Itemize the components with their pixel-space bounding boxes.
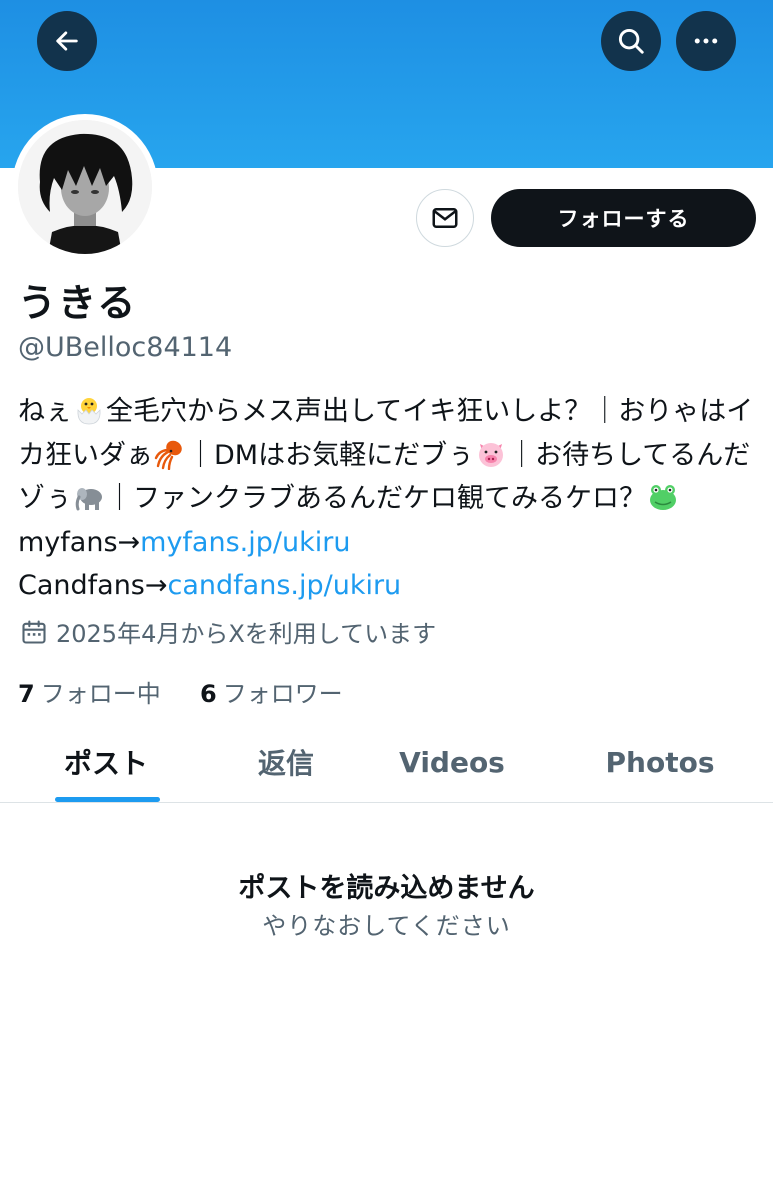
profile-name: うきる [18,281,138,325]
bio-link-candfans[interactable]: candfans.jp/ukiru [168,570,402,601]
profile-tabs: ポスト 返信 Videos Photos [0,722,773,803]
frog-icon [650,485,676,510]
more-dots-icon [694,38,718,44]
search-button[interactable] [601,11,661,71]
bio-text: myfans→ [18,526,141,558]
profile-bio: ねぇ 全毛穴からメス声出してイキ狂いしよ？｜おりゃはイカ狂いダぁ ｜DMはお気軽… [18,390,758,608]
retry-link[interactable]: やりなおしてください [0,906,773,941]
error-title: ポストを読み込めません [238,873,535,904]
bio-text: ｜DMはお気軽にだブぅ [187,439,475,471]
followers-count: 6 [199,680,217,708]
bio-text: ねぇ [18,396,72,427]
following-label: フォロー中 [40,680,161,708]
follow-stats: 7 フォロー中 6 フォロワー [18,674,343,709]
joined-text: 2025年4月からXを利用しています [56,620,437,648]
envelope-icon [432,208,458,228]
followers-label: フォロワー [222,680,343,708]
hatching-chick-icon [77,398,101,425]
avatar-image [18,120,152,254]
bio-text: ｜ファンクラブあるんだケロ観てみるケロ？ [106,483,646,514]
back-button[interactable] [37,11,97,71]
followers-link[interactable]: 6 フォロワー [200,680,343,708]
squid-icon [154,440,182,470]
follow-button[interactable]: フォローする [491,189,756,247]
calendar-icon [22,619,46,644]
following-count: 7 [18,680,35,708]
arrow-left-icon [56,31,78,51]
profile-handle: @UBelloc84114 [18,332,233,363]
more-button[interactable] [676,11,736,71]
joined-date: 2025年4月からXを利用しています [20,614,436,649]
tab-videos[interactable]: Videos [346,722,558,802]
bio-link-myfans[interactable]: myfans.jp/ukiru [140,527,350,558]
message-button[interactable] [416,189,474,247]
tab-photos[interactable]: Photos [554,722,766,802]
active-tab-indicator [55,797,160,802]
avatar[interactable] [12,114,158,260]
pig-face-icon [479,442,504,467]
following-link[interactable]: 7 フォロー中 [18,680,161,708]
bio-text: Candfans→ [18,570,168,601]
elephant-icon [75,488,102,511]
search-icon [618,28,644,54]
